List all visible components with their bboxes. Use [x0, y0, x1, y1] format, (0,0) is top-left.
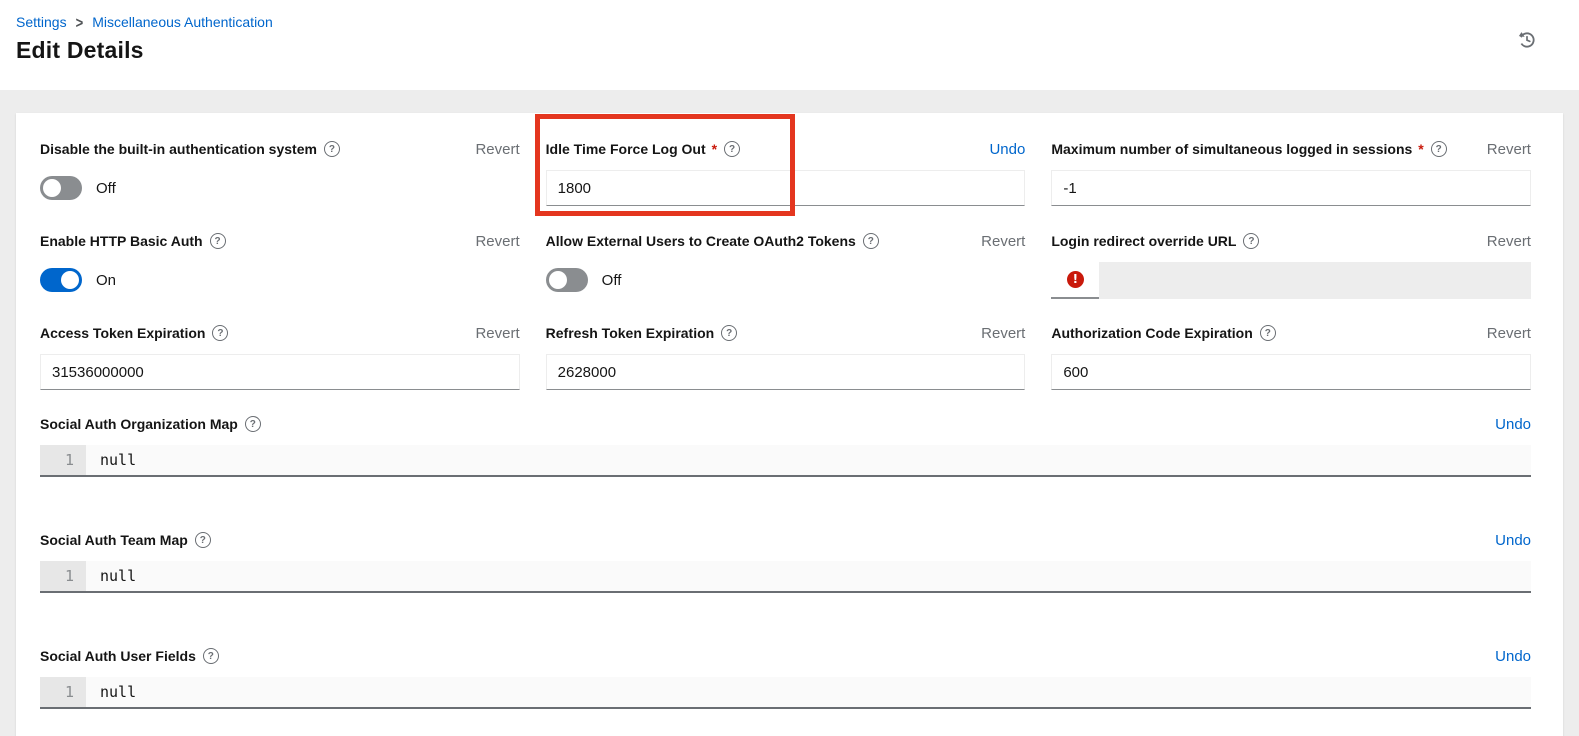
help-icon[interactable]: ? — [721, 325, 738, 341]
help-icon[interactable]: ? — [209, 233, 226, 249]
field-label: Access Token Expiration — [40, 325, 206, 341]
history-icon — [1517, 32, 1537, 53]
field-social-auth-organization-map: Social Auth Organization Map ? Undo 1 nu… — [40, 416, 1531, 477]
login-redirect-url-input[interactable]: ! — [1051, 261, 1531, 299]
undo-link[interactable]: Undo — [989, 141, 1025, 158]
field-idle-time-force-logout: Idle Time Force Log Out * ? Undo — [545, 141, 1026, 206]
help-icon[interactable]: ? — [323, 141, 340, 157]
toggle-disable-builtin-auth[interactable] — [40, 176, 82, 200]
error-addon: ! — [1051, 261, 1100, 299]
toggle-knob — [61, 271, 79, 289]
revert-link[interactable]: Revert — [1487, 233, 1531, 250]
breadcrumb: Settings > Miscellaneous Authentication — [16, 13, 1563, 31]
toggle-knob — [548, 271, 567, 289]
social-auth-team-map-editor[interactable]: 1 null — [40, 561, 1531, 593]
social-auth-organization-map-editor[interactable]: 1 null — [40, 445, 1531, 477]
revert-link[interactable]: Revert — [981, 325, 1025, 342]
toggle-state-label: On — [96, 271, 117, 289]
breadcrumb-link-miscellaneous-authentication[interactable]: Miscellaneous Authentication — [92, 14, 273, 30]
help-icon[interactable]: ? — [1243, 233, 1260, 249]
authorization-code-expiration-input[interactable] — [1051, 354, 1531, 390]
editor-code-line: null — [100, 683, 137, 701]
help-icon[interactable]: ? — [244, 416, 261, 432]
field-label: Social Auth Organization Map — [40, 416, 238, 432]
editor-code-line: null — [100, 451, 137, 469]
field-refresh-token-expiration: Refresh Token Expiration ? Revert — [545, 325, 1026, 390]
undo-link[interactable]: Undo — [1495, 648, 1531, 665]
access-token-expiration-input[interactable] — [40, 354, 520, 390]
field-label: Enable HTTP Basic Auth — [40, 233, 203, 249]
toggle-allow-oauth2-tokens[interactable] — [545, 268, 588, 292]
editor-line-number: 1 — [40, 445, 86, 475]
help-icon[interactable]: ? — [862, 233, 879, 249]
idle-time-force-logout-input[interactable] — [545, 170, 1026, 206]
undo-link[interactable]: Undo — [1495, 416, 1531, 433]
page: Settings > Miscellaneous Authentication … — [0, 0, 1579, 736]
field-label: Social Auth Team Map — [40, 532, 188, 548]
field-label: Disable the built-in authentication syst… — [40, 141, 317, 157]
help-icon[interactable]: ? — [1430, 141, 1447, 157]
undo-link[interactable]: Undo — [1495, 532, 1531, 549]
help-icon[interactable]: ? — [194, 532, 211, 548]
revert-link[interactable]: Revert — [475, 141, 519, 158]
page-title: Edit Details — [16, 37, 144, 63]
revert-link[interactable]: Revert — [475, 233, 519, 250]
editor-line-number: 1 — [40, 677, 86, 707]
help-icon[interactable]: ? — [724, 141, 741, 157]
field-allow-oauth2-tokens: Allow External Users to Create OAuth2 To… — [545, 233, 1025, 298]
toggle-knob — [43, 179, 61, 197]
field-label: Idle Time Force Log Out — [545, 141, 706, 157]
field-label: Allow External Users to Create OAuth2 To… — [545, 233, 856, 249]
field-label: Social Auth User Fields — [40, 648, 196, 664]
breadcrumb-divider: > — [75, 13, 84, 31]
field-label: Maximum number of simultaneous logged in… — [1051, 141, 1413, 157]
disabled-input-body — [1099, 261, 1531, 299]
help-icon[interactable]: ? — [1259, 325, 1276, 341]
field-label: Authorization Code Expiration — [1051, 325, 1253, 341]
field-login-redirect-url: Login redirect override URL ? Revert ! — [1051, 233, 1531, 299]
field-label: Login redirect override URL — [1051, 233, 1237, 249]
settings-form-card: Disable the built-in authentication syst… — [16, 113, 1563, 736]
max-sessions-input[interactable] — [1051, 170, 1531, 206]
social-auth-user-fields-editor[interactable]: 1 null — [40, 677, 1531, 709]
field-disable-builtin-auth: Disable the built-in authentication syst… — [40, 141, 520, 206]
required-asterisk: * — [1418, 141, 1424, 157]
revert-link[interactable]: Revert — [1487, 325, 1531, 342]
field-authorization-code-expiration: Authorization Code Expiration ? Revert — [1051, 325, 1531, 390]
history-icon-button[interactable] — [1513, 26, 1541, 57]
field-social-auth-user-fields: Social Auth User Fields ? Undo 1 null — [40, 648, 1531, 709]
field-enable-http-basic-auth: Enable HTTP Basic Auth ? Revert On — [40, 233, 520, 298]
exclamation-circle-icon: ! — [1066, 270, 1084, 288]
refresh-token-expiration-input[interactable] — [545, 354, 1026, 390]
field-max-sessions: Maximum number of simultaneous logged in… — [1051, 141, 1531, 206]
field-label: Refresh Token Expiration — [545, 325, 715, 341]
settings-field-grid: Disable the built-in authentication syst… — [40, 141, 1531, 390]
content-background: Disable the built-in authentication syst… — [0, 90, 1579, 736]
field-access-token-expiration: Access Token Expiration ? Revert — [40, 325, 520, 390]
revert-link[interactable]: Revert — [475, 325, 519, 342]
page-header: Settings > Miscellaneous Authentication … — [0, 0, 1579, 90]
help-icon[interactable]: ? — [202, 648, 219, 664]
toggle-enable-http-basic-auth[interactable] — [40, 268, 82, 292]
editor-line-number: 1 — [40, 561, 86, 591]
revert-link[interactable]: Revert — [1487, 141, 1531, 158]
breadcrumb-link-settings[interactable]: Settings — [16, 14, 67, 30]
required-asterisk: * — [711, 141, 718, 157]
toggle-state-label: Off — [96, 179, 116, 197]
help-icon[interactable]: ? — [212, 325, 229, 341]
field-social-auth-team-map: Social Auth Team Map ? Undo 1 null — [40, 532, 1531, 593]
toggle-state-label: Off — [601, 271, 622, 289]
revert-link[interactable]: Revert — [981, 233, 1025, 250]
editor-code-line: null — [100, 567, 137, 585]
